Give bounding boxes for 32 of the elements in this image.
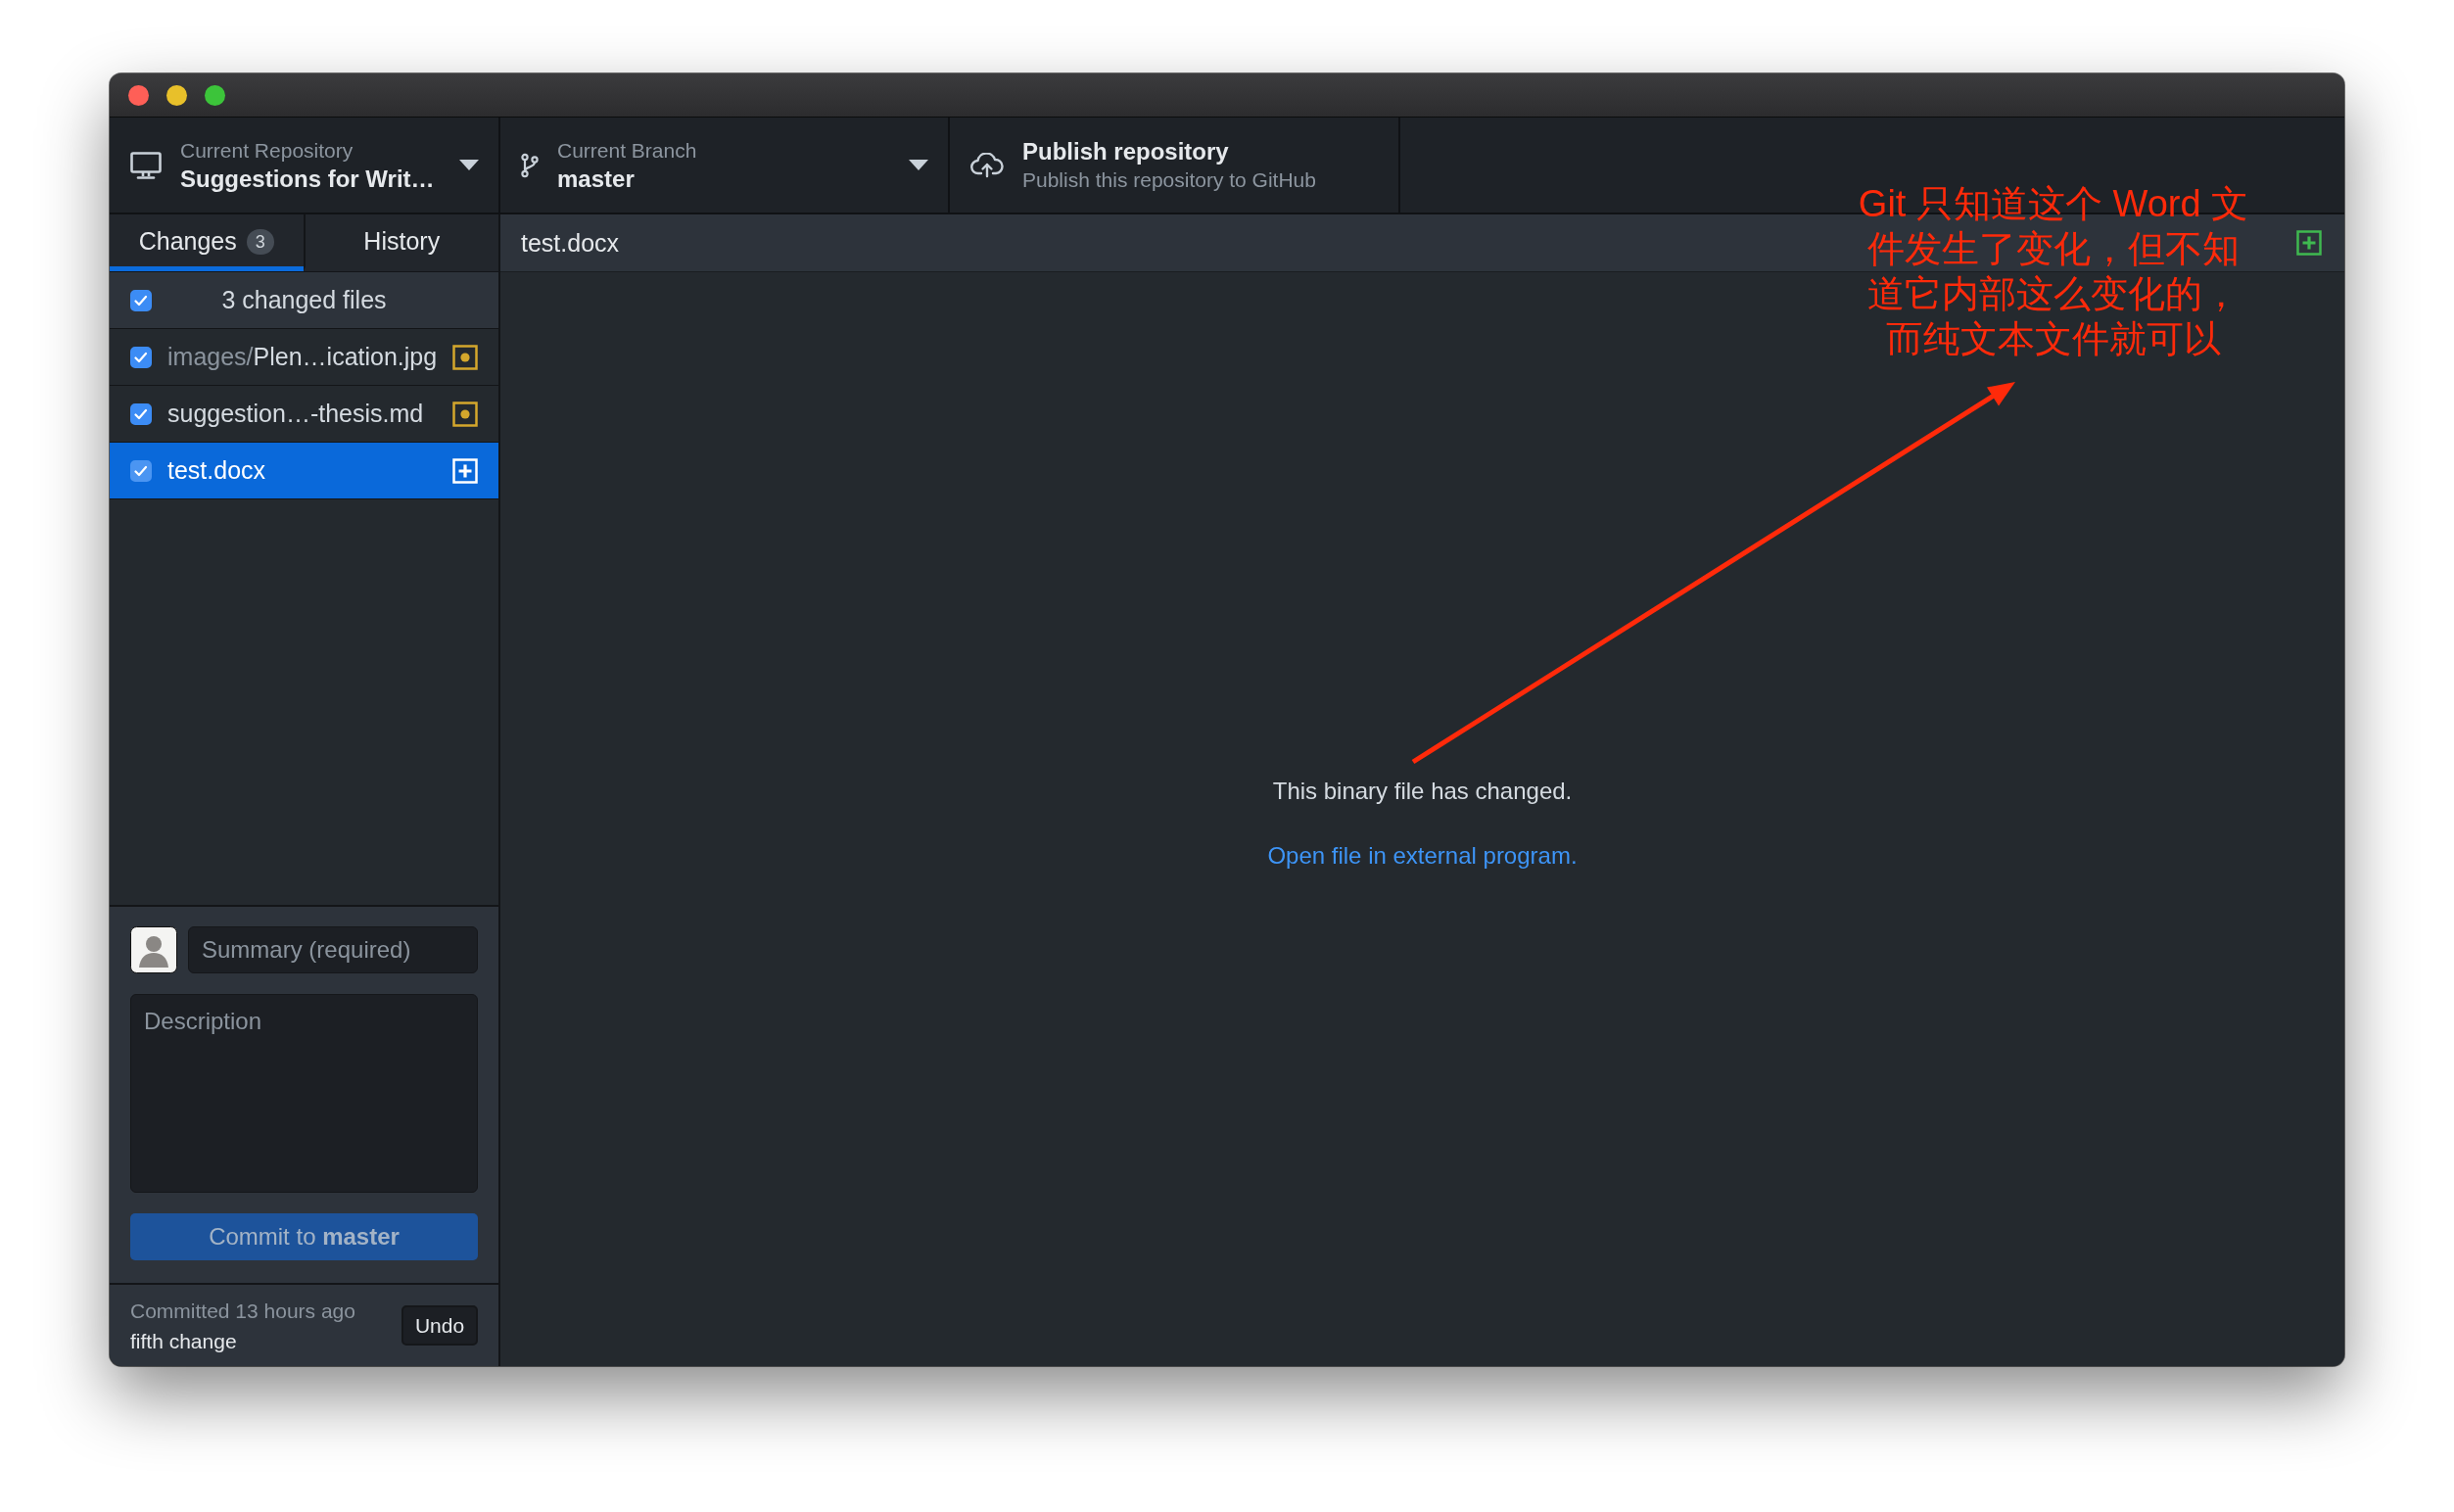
checkmark-icon (134, 464, 148, 477)
annotation-text: Git 只知道这个 Word 文 件发生了变化，但不知 道它内部这么变化的， 而纯文本文件就可以 (1857, 182, 2250, 361)
branch-icon (521, 152, 539, 178)
monitor-icon (130, 151, 162, 179)
checkbox[interactable] (130, 459, 152, 482)
minimize-button[interactable] (166, 84, 187, 106)
undo-button[interactable]: Undo (401, 1305, 478, 1346)
caret-icon (459, 160, 479, 170)
file-path: suggestion…-thesis.md (167, 400, 425, 428)
count-badge: 3 (246, 228, 274, 255)
checkmark-icon (134, 407, 148, 420)
binary-file-message: This binary file has changed. (1272, 776, 1573, 806)
checkmark-icon (134, 351, 148, 363)
file-list-item[interactable]: test.docx (110, 443, 498, 499)
description-field[interactable]: Description (130, 994, 478, 1193)
commit-message: fifth change (130, 1328, 238, 1354)
file-path: images/Plen…ication.jpg (167, 343, 438, 371)
close-button[interactable] (128, 84, 149, 106)
file-path: test.docx (167, 456, 267, 485)
checkmark-icon (134, 294, 148, 307)
checkbox[interactable] (130, 289, 152, 311)
commit-time: Committed 13 hours ago (130, 1298, 355, 1324)
zoom-button[interactable] (205, 84, 225, 106)
file-name: test.docx (521, 228, 620, 258)
caret-icon (909, 160, 928, 170)
checkbox[interactable] (130, 346, 152, 368)
changed-files-label: 3 changed files (221, 286, 387, 314)
summary-field[interactable]: Summary (required) (188, 926, 478, 973)
checkbox[interactable] (130, 402, 152, 425)
open-file-link[interactable]: Open file in external program. (1267, 840, 1578, 871)
avatar-icon (130, 926, 177, 973)
cloud-upload-icon (970, 152, 1004, 178)
